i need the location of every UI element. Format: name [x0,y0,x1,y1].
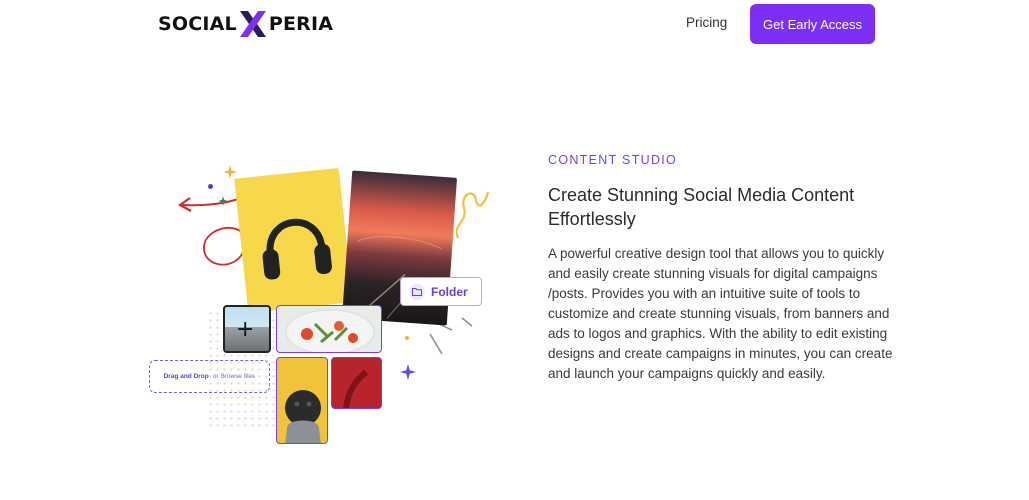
folder-chip[interactable]: Folder [400,277,482,306]
food-image-tile[interactable] [276,305,382,353]
section-description: A powerful creative design tool that all… [548,246,893,381]
nav-link-pricing[interactable]: Pricing [686,15,727,30]
plus-icon: + [236,317,255,342]
road-image-tile[interactable]: + [223,305,271,353]
folder-label: Folder [431,284,468,299]
section-eyebrow: CONTENT STUDIO [548,153,678,167]
folder-icon [409,283,425,300]
drag-drop-label: Drag and Drop [163,373,209,380]
drag-drop-zone[interactable]: Drag and Drop or Browse files [149,360,270,393]
x-logo-icon [239,11,266,37]
headphones-image [234,167,353,314]
squiggle-decoration [455,191,490,239]
red-hand-image-tile[interactable] [331,357,382,409]
logo-text-left: SOCIAL [158,13,237,35]
logo-text-right: PERIA [268,13,334,35]
site-header: SOCIAL PERIA Pricing Get Early Access [0,0,1029,48]
dot-decoration [208,184,213,189]
section-headline: Create Stunning Social Media Content Eff… [548,185,855,229]
brand-logo[interactable]: SOCIAL PERIA [158,10,333,38]
sparkle-icon [400,364,416,380]
dot-decoration [405,336,409,340]
content-studio-illustration: Folder + Drag and Drop or Browse files [140,150,520,460]
browse-files-link[interactable]: or Browse files [213,373,256,380]
sparkle-icon [223,165,237,179]
sparkle-icon [218,196,228,206]
pug-image-tile[interactable] [276,357,328,444]
get-early-access-button[interactable]: Get Early Access [750,4,875,44]
